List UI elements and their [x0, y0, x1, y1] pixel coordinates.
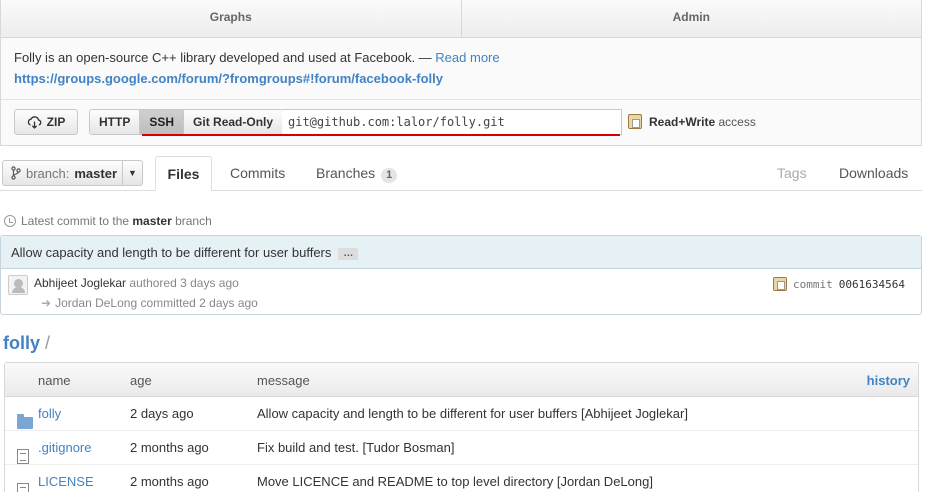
repo-description: Folly is an open-source C++ library deve… — [14, 50, 500, 65]
author-name[interactable]: Abhijeet Joglekar — [34, 276, 126, 290]
branch-icon — [11, 166, 21, 180]
clipboard-icon[interactable] — [773, 277, 787, 291]
homepage-link[interactable]: https://groups.google.com/forum/?fromgro… — [14, 71, 443, 86]
commit-sha: commit 0061634564 — [773, 277, 905, 291]
protocol-git-readonly-button[interactable]: Git Read-Only — [184, 110, 283, 134]
branch-name: master — [74, 165, 118, 181]
annotation-underline — [142, 134, 620, 136]
avatar — [8, 275, 28, 295]
table-header: name age message history — [5, 363, 918, 397]
protocol-http-button[interactable]: HTTP — [90, 110, 141, 134]
file-table: name age message history folly 2 days ag… — [4, 362, 919, 492]
tab-branches[interactable]: Branches 1 — [316, 165, 398, 183]
col-message: message — [257, 373, 310, 388]
latest-commit-heading: Latest commit to the master branch — [4, 214, 212, 228]
committed-text: committed 2 days ago — [137, 296, 258, 310]
read-more-link[interactable]: Read more — [435, 50, 499, 65]
expand-message-button[interactable]: … — [338, 247, 359, 260]
description-text: Folly is an open-source C++ library deve… — [14, 50, 436, 65]
file-name-link[interactable]: folly — [38, 406, 61, 421]
breadcrumb-separator: / — [40, 333, 51, 353]
file-age: 2 months ago — [130, 440, 209, 455]
branch-selector[interactable]: branch: master ▼ — [2, 160, 143, 186]
commit-message-text[interactable]: Allow capacity and length to be differen… — [11, 245, 331, 260]
repo-description-box: Folly is an open-source C++ library deve… — [0, 38, 922, 146]
commit-author: Abhijeet Joglekar authored 3 days ago — [34, 276, 239, 290]
breadcrumb: folly / — [3, 333, 50, 354]
branch-label: branch: — [26, 165, 70, 181]
latest-prefix: Latest commit to the — [21, 214, 133, 228]
file-message[interactable]: Move LICENCE and README to top level dir… — [257, 474, 653, 489]
tab-files[interactable]: Files — [155, 156, 212, 191]
repo-top-tabs: Graphs Admin — [0, 0, 922, 38]
table-row: .gitignore 2 months ago Fix build and te… — [5, 431, 918, 465]
chevron-down-icon: ▼ — [122, 161, 142, 185]
tab-downloads[interactable]: Downloads — [839, 165, 908, 181]
latest-commit-box: Allow capacity and length to be differen… — [0, 235, 922, 315]
file-name-link[interactable]: LICENSE — [38, 474, 94, 489]
tab-admin[interactable]: Admin — [460, 0, 922, 37]
tab-graphs[interactable]: Graphs — [1, 0, 461, 37]
committer-name[interactable]: Jordan DeLong — [55, 296, 137, 310]
col-age: age — [130, 373, 152, 388]
branches-count-badge: 1 — [381, 168, 398, 183]
latest-branch: master — [132, 214, 172, 228]
arrow-right-icon: ➜ — [41, 296, 52, 310]
access-level: Read+Write access — [649, 115, 756, 129]
commit-sha-link[interactable]: 0061634564 — [839, 278, 905, 291]
zip-label: ZIP — [46, 115, 66, 129]
table-row: LICENSE 2 months ago Move LICENCE and RE… — [5, 465, 918, 492]
tab-branches-label: Branches — [316, 165, 376, 181]
file-age: 2 months ago — [130, 474, 209, 489]
access-level-bold: Read+Write — [649, 115, 716, 129]
cloud-download-icon — [27, 115, 41, 129]
tab-tags[interactable]: Tags — [777, 165, 807, 181]
file-age: 2 days ago — [130, 406, 194, 421]
tabs-divider — [0, 190, 922, 191]
tab-commits[interactable]: Commits — [230, 165, 285, 181]
table-row: folly 2 days ago Allow capacity and leng… — [5, 397, 918, 431]
commit-label: commit — [793, 277, 833, 291]
divider — [1, 99, 921, 100]
commit-committer: ➜ Jordan DeLong committed 2 days ago — [41, 296, 258, 310]
clipboard-icon[interactable] — [628, 114, 642, 129]
authored-text: authored 3 days ago — [126, 276, 239, 290]
history-link[interactable]: history — [867, 373, 910, 388]
file-message[interactable]: Fix build and test. [Tudor Bosman] — [257, 440, 455, 455]
access-level-text: access — [715, 115, 756, 129]
file-message[interactable]: Allow capacity and length to be differen… — [257, 406, 688, 421]
clone-url-field[interactable]: git@github.com:lalor/folly.git — [282, 109, 622, 135]
commit-message: Allow capacity and length to be differen… — [1, 236, 921, 269]
latest-suffix: branch — [171, 214, 212, 228]
zip-download-button[interactable]: ZIP — [14, 109, 78, 135]
breadcrumb-root[interactable]: folly — [3, 333, 40, 353]
protocol-ssh-button[interactable]: SSH — [140, 110, 185, 134]
file-name-link[interactable]: .gitignore — [38, 440, 91, 455]
clone-protocol-selector: HTTP SSH Git Read-Only — [89, 109, 284, 135]
clock-icon — [4, 215, 16, 227]
col-name: name — [38, 373, 71, 388]
